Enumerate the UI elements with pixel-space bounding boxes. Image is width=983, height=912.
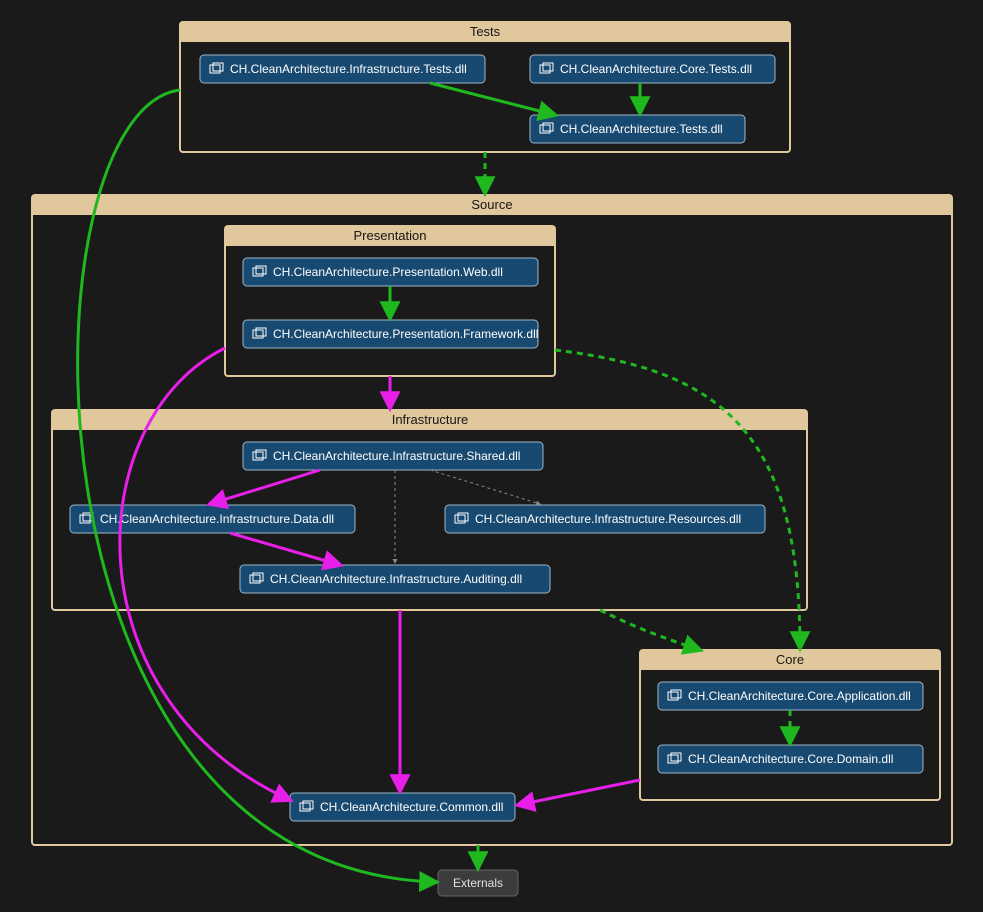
node-infra-audit-label: CH.CleanArchitecture.Infrastructure.Audi… <box>270 572 522 586</box>
node-pres-web[interactable]: CH.CleanArchitecture.Presentation.Web.dl… <box>243 258 538 286</box>
node-tests[interactable]: CH.CleanArchitecture.Tests.dll <box>530 115 745 143</box>
group-core-title: Core <box>776 652 804 667</box>
node-core-domain[interactable]: CH.CleanArchitecture.Core.Domain.dll <box>658 745 923 773</box>
node-pres-web-label: CH.CleanArchitecture.Presentation.Web.dl… <box>273 265 503 279</box>
node-common-label: CH.CleanArchitecture.Common.dll <box>320 800 503 814</box>
node-core-tests-label: CH.CleanArchitecture.Core.Tests.dll <box>560 62 752 76</box>
node-infra-shared[interactable]: CH.CleanArchitecture.Infrastructure.Shar… <box>243 442 543 470</box>
node-tests-label: CH.CleanArchitecture.Tests.dll <box>560 122 723 136</box>
node-externals-label: Externals <box>453 876 503 890</box>
group-infrastructure[interactable]: Infrastructure CH.CleanArchitecture.Infr… <box>52 410 807 610</box>
node-externals[interactable]: Externals <box>438 870 518 896</box>
node-core-tests[interactable]: CH.CleanArchitecture.Core.Tests.dll <box>530 55 775 83</box>
group-tests[interactable]: Tests CH.CleanArchitecture.Infrastructur… <box>180 22 790 152</box>
node-infra-res-label: CH.CleanArchitecture.Infrastructure.Reso… <box>475 512 741 526</box>
node-infra-shared-label: CH.CleanArchitecture.Infrastructure.Shar… <box>273 449 520 463</box>
group-tests-title: Tests <box>470 24 501 39</box>
node-infra-res[interactable]: CH.CleanArchitecture.Infrastructure.Reso… <box>445 505 765 533</box>
node-pres-fw[interactable]: CH.CleanArchitecture.Presentation.Framew… <box>243 320 538 348</box>
dependency-diagram: Tests CH.CleanArchitecture.Infrastructur… <box>0 0 983 912</box>
node-infra-tests[interactable]: CH.CleanArchitecture.Infrastructure.Test… <box>200 55 485 83</box>
group-source-title: Source <box>471 197 512 212</box>
node-pres-fw-label: CH.CleanArchitecture.Presentation.Framew… <box>273 327 538 341</box>
node-infra-data-label: CH.CleanArchitecture.Infrastructure.Data… <box>100 512 334 526</box>
group-presentation-title: Presentation <box>354 228 427 243</box>
node-infra-tests-label: CH.CleanArchitecture.Infrastructure.Test… <box>230 62 467 76</box>
group-infrastructure-title: Infrastructure <box>392 412 469 427</box>
node-core-domain-label: CH.CleanArchitecture.Core.Domain.dll <box>688 752 893 766</box>
node-infra-data[interactable]: CH.CleanArchitecture.Infrastructure.Data… <box>70 505 355 533</box>
node-common[interactable]: CH.CleanArchitecture.Common.dll <box>290 793 515 821</box>
node-core-app-label: CH.CleanArchitecture.Core.Application.dl… <box>688 689 911 703</box>
node-core-app[interactable]: CH.CleanArchitecture.Core.Application.dl… <box>658 682 923 710</box>
node-infra-audit[interactable]: CH.CleanArchitecture.Infrastructure.Audi… <box>240 565 550 593</box>
